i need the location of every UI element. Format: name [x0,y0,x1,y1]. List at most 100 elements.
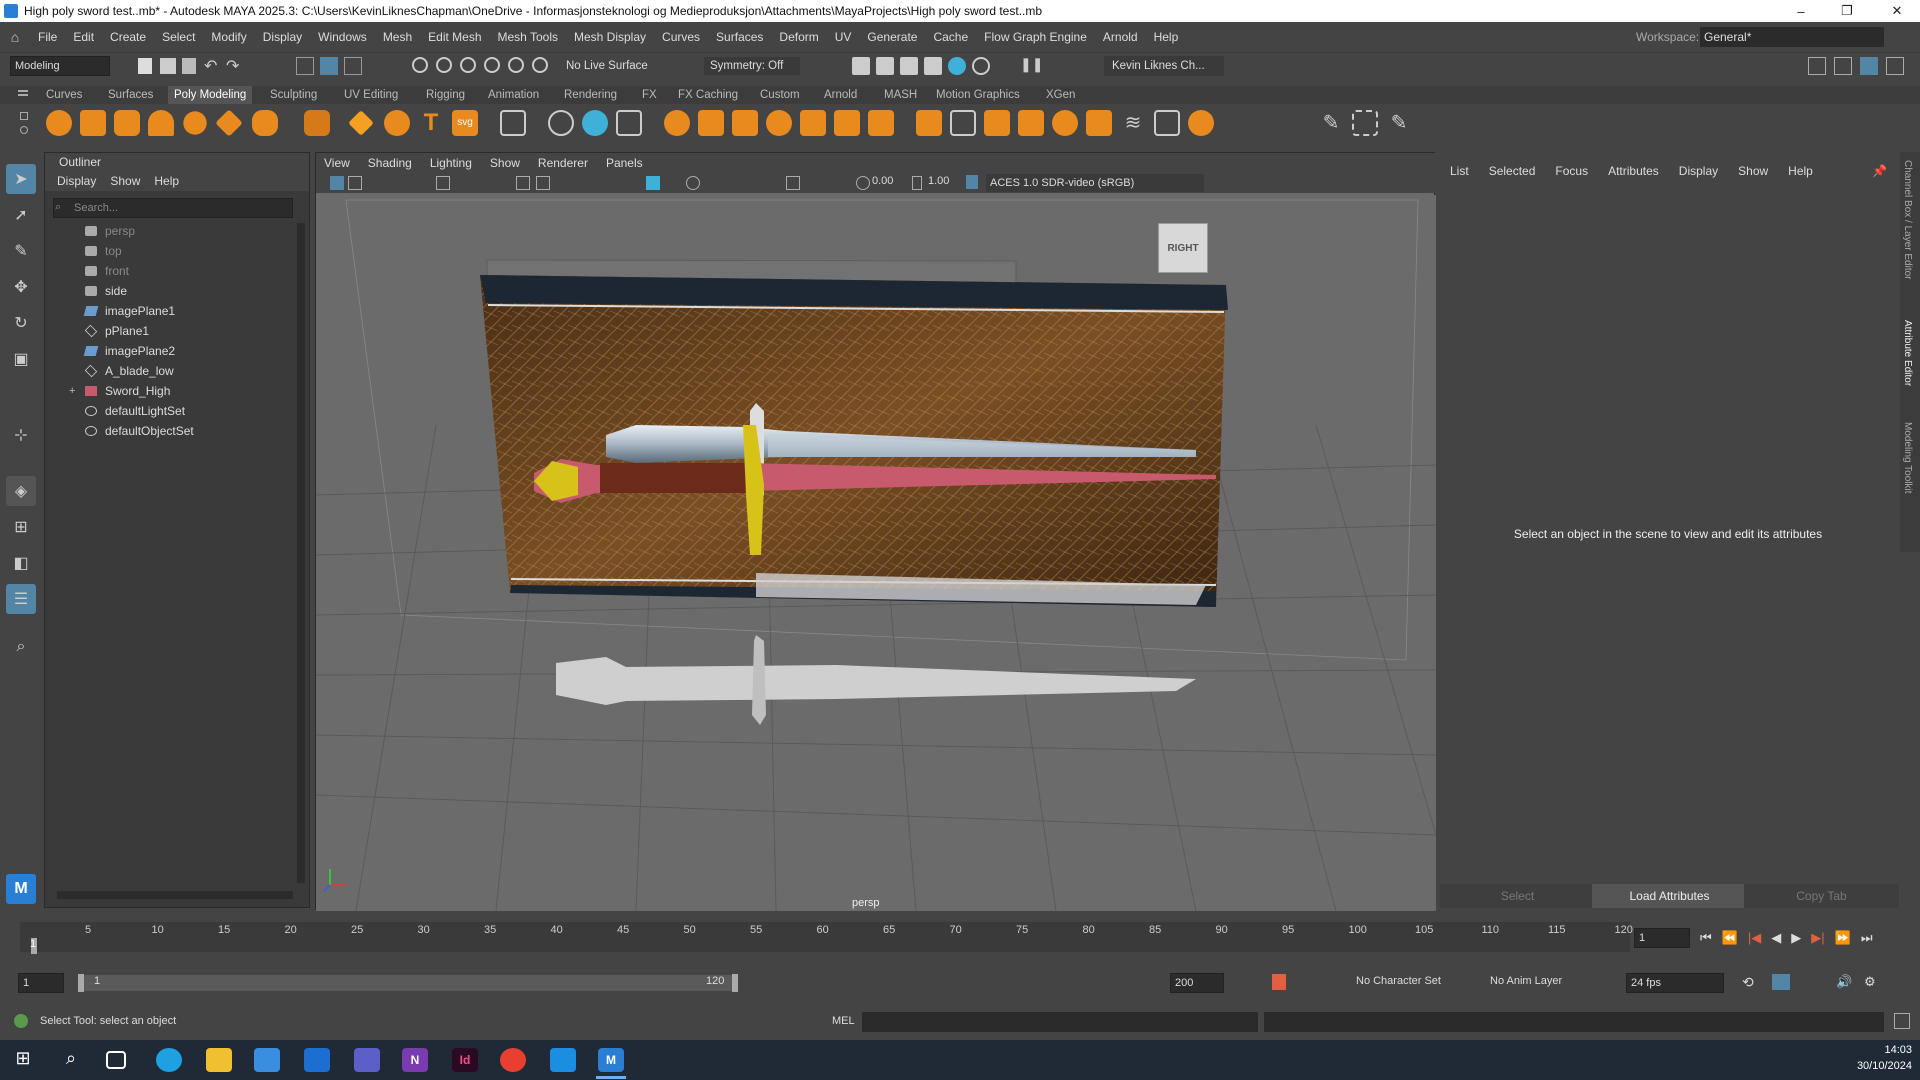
shelf-tab-arnold[interactable]: Arnold [818,86,863,104]
poly-sphere-icon[interactable] [46,110,72,136]
poly-cone-icon[interactable] [148,110,174,136]
use-all-lights-icon[interactable] [686,176,700,190]
outliner-search-input[interactable]: Search... [53,198,293,218]
shelf-tab-motion-graphics[interactable]: Motion Graphics [930,86,1026,104]
smooth-icon[interactable] [616,110,642,136]
ae-menu-show[interactable]: Show [1738,164,1768,178]
boolean-union-icon[interactable] [664,110,690,136]
maya-icon[interactable]: M [598,1048,624,1072]
sound-icon[interactable]: 🔊 [1836,974,1852,990]
pause-icon[interactable]: ❚❚ [1020,56,1043,73]
menu-uv[interactable]: UV [827,30,860,44]
snap-to-curve-icon[interactable] [436,57,452,73]
outliner-item-persp[interactable]: persp [45,221,285,241]
paint-select-icon[interactable]: ✎ [1318,110,1344,136]
ae-menu-selected[interactable]: Selected [1489,164,1536,178]
single-perspective-layout-icon[interactable]: ◈ [6,476,36,506]
menu-edit[interactable]: Edit [65,30,102,44]
shelf-tab-rendering[interactable]: Rendering [558,86,623,104]
symmetry-dropdown[interactable]: Symmetry: Off [704,57,800,75]
animation-preferences-icon[interactable]: ⚙ [1864,974,1876,990]
side-tab-attribute-editor[interactable]: Attribute Editor [1902,320,1913,386]
live-surface-label[interactable]: No Live Surface [566,57,648,75]
menu-curves[interactable]: Curves [654,30,708,44]
snap-to-view-plane-icon[interactable] [508,57,524,73]
clock-time[interactable]: 14:03 [1860,1044,1912,1056]
mirror-icon[interactable] [1154,110,1180,136]
paint-select-tool-icon[interactable]: ✎ [6,236,36,266]
outliner-menu-show[interactable]: Show [110,174,140,188]
snap-to-projected-center-icon[interactable] [484,57,500,73]
step-back-frame-icon[interactable]: |◀ [1748,930,1761,946]
photos-icon[interactable] [550,1048,576,1072]
film-gate-icon[interactable] [536,176,550,190]
lasso-tool-icon[interactable]: ➚ [6,200,36,230]
show-attribute-editor-icon[interactable] [1860,57,1878,75]
script-editor-icon[interactable] [1894,1013,1910,1029]
current-frame-field[interactable]: 1 [1634,928,1690,948]
type-tool-icon[interactable]: T [418,110,444,136]
poly-torus-icon[interactable] [183,111,207,135]
edge-loop-icon[interactable] [916,110,942,136]
bridge-icon[interactable] [732,110,758,136]
shelf-tab-sculpting[interactable]: Sculpting [264,86,323,104]
scale-tool-icon[interactable]: ▣ [6,344,36,374]
hypershade-icon[interactable] [948,57,966,75]
command-input[interactable] [862,1012,1258,1032]
lattice-icon[interactable] [1352,110,1378,136]
select-by-object-icon[interactable] [320,57,338,75]
outliner-item-defaultlightset[interactable]: defaultLightSet [45,401,285,421]
bevel-icon[interactable] [766,110,792,136]
menu-deform[interactable]: Deform [771,30,826,44]
menu-cache[interactable]: Cache [925,30,976,44]
play-backwards-icon[interactable]: ◀ [1771,930,1781,946]
shelf-tab-poly-modeling[interactable]: Poly Modeling [168,86,253,104]
shelf-settings-icon[interactable] [20,126,28,134]
poly-cube-icon[interactable] [80,110,106,136]
ae-menu-list[interactable]: List [1450,164,1469,178]
color-management-icon[interactable] [966,175,978,189]
search-icon[interactable]: ⌕ [58,1048,84,1072]
outliner-item-sword-high[interactable]: + Sword_High [45,381,285,401]
shelf-tab-fx[interactable]: FX [636,86,663,104]
viewport-menu-panels[interactable]: Panels [606,156,643,170]
menu-generate[interactable]: Generate [859,30,925,44]
viewport-menu-view[interactable]: View [324,156,350,170]
workspace-dropdown[interactable]: General* [1700,27,1884,47]
shelf-tab-surfaces[interactable]: Surfaces [102,86,159,104]
gamma-icon[interactable] [912,176,922,190]
close-button[interactable]: ✕ [1874,0,1920,22]
character-set-dropdown[interactable]: No Character Set [1356,975,1441,987]
make-live-icon[interactable] [532,57,548,73]
outliner-item-pplane1[interactable]: pPlane1 [45,321,285,341]
shelf-tab-fx-caching[interactable]: FX Caching [672,86,744,104]
step-forward-key-icon[interactable]: ⏩ [1835,930,1851,946]
uv-editor-icon[interactable] [500,110,526,136]
shelf-menu-icon[interactable] [18,90,28,92]
ae-menu-display[interactable]: Display [1679,164,1718,178]
menu-set-dropdown[interactable]: Modeling [10,56,110,76]
open-scene-icon[interactable] [160,58,176,74]
end-time-field[interactable]: 200 [1170,973,1224,993]
show-modeling-toolkit-icon[interactable] [1808,57,1826,75]
outliner-item-top[interactable]: top [45,241,285,261]
snap-to-grid-icon[interactable] [412,57,428,73]
range-start-handle[interactable] [78,974,84,992]
step-forward-frame-icon[interactable]: ▶| [1811,930,1824,946]
sweep-mesh-icon[interactable] [384,110,410,136]
four-view-layout-icon[interactable]: ⊞ [6,512,36,542]
poly-cylinder-icon[interactable] [114,110,140,136]
outliner-item-defaultobjectset[interactable]: defaultObjectSet [45,421,285,441]
ae-copy-tab-button[interactable]: Copy Tab [1744,884,1899,908]
time-slider[interactable]: 1 5 10 15 20 25 30 35 40 45 50 55 60 65 70 75 80 85 90 95 1… [0,918,1920,956]
fps-dropdown[interactable]: 24 fps [1626,973,1724,993]
outliner-persp-layout-icon[interactable]: ◧ [6,548,36,578]
ipr-render-icon[interactable] [900,57,918,75]
ae-menu-focus[interactable]: Focus [1555,164,1588,178]
step-back-key-icon[interactable]: ⏪ [1722,930,1738,946]
script-language-toggle[interactable]: MEL [832,1015,855,1027]
select-tool-icon[interactable]: ➤ [6,164,36,194]
snap-to-point-icon[interactable] [460,57,476,73]
menu-mesh[interactable]: Mesh [375,30,420,44]
color-space-dropdown[interactable]: ACES 1.0 SDR-video (sRGB) [986,174,1204,192]
